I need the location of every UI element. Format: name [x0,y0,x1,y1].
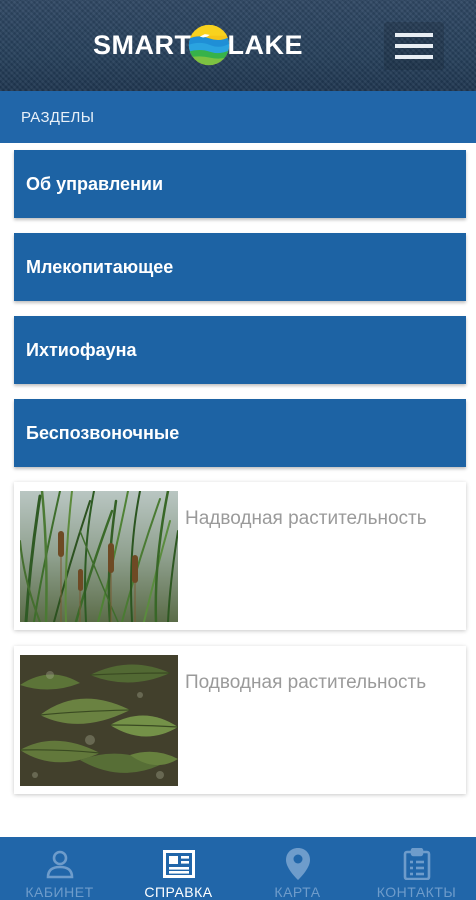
category-button-ichthyofauna[interactable]: Ихтиофауна [14,316,466,384]
category-label: Беспозвоночные [26,422,180,443]
category-button-mammals[interactable]: Млекопитающее [14,233,466,301]
nav-label: КАБИНЕТ [25,884,94,900]
person-icon [43,847,77,880]
clipboard-icon [400,847,434,880]
logo-word-lake: LAKE [227,29,303,60]
card-underwater-vegetation[interactable]: Подводная растительность [14,646,466,794]
nav-item-contacts[interactable]: КОНТАКТЫ [357,837,476,900]
nav-item-map[interactable]: КАРТА [238,837,357,900]
nav-item-reference[interactable]: СПРАВКА [119,837,238,900]
card-title: Подводная растительность [185,672,427,693]
hamburger-menu-icon [395,33,433,59]
menu-button[interactable] [384,22,444,70]
bottom-navigation: КАБИНЕТ СПРАВКА КАРТА КОНТАКТЫ [0,837,476,900]
map-pin-icon [281,847,315,880]
card-title: Надводная растительность [185,508,427,529]
app-header: SMART LAKE [0,0,476,91]
reeds-photo [20,491,178,622]
card-above-water-vegetation[interactable]: Надводная растительность [14,482,466,630]
app-logo: SMART LAKE [93,16,303,74]
category-label: Об управлении [26,173,164,194]
underwater-leaves-photo [20,655,178,786]
category-button-invertebrates[interactable]: Беспозвоночные [14,399,466,467]
logo-word-smart: SMART [93,29,192,60]
nav-label: КАРТА [274,884,321,900]
nav-label: КОНТАКТЫ [376,884,457,900]
newspaper-icon [162,847,196,880]
nav-label: СПРАВКА [144,884,213,900]
logo-lake-emblem [188,24,229,66]
category-label: Млекопитающее [26,256,174,277]
category-label: Ихтиофауна [26,339,137,360]
section-title: РАЗДЕЛЫ [0,91,476,143]
category-button-management[interactable]: Об управлении [14,150,466,218]
nav-item-cabinet[interactable]: КАБИНЕТ [0,837,119,900]
